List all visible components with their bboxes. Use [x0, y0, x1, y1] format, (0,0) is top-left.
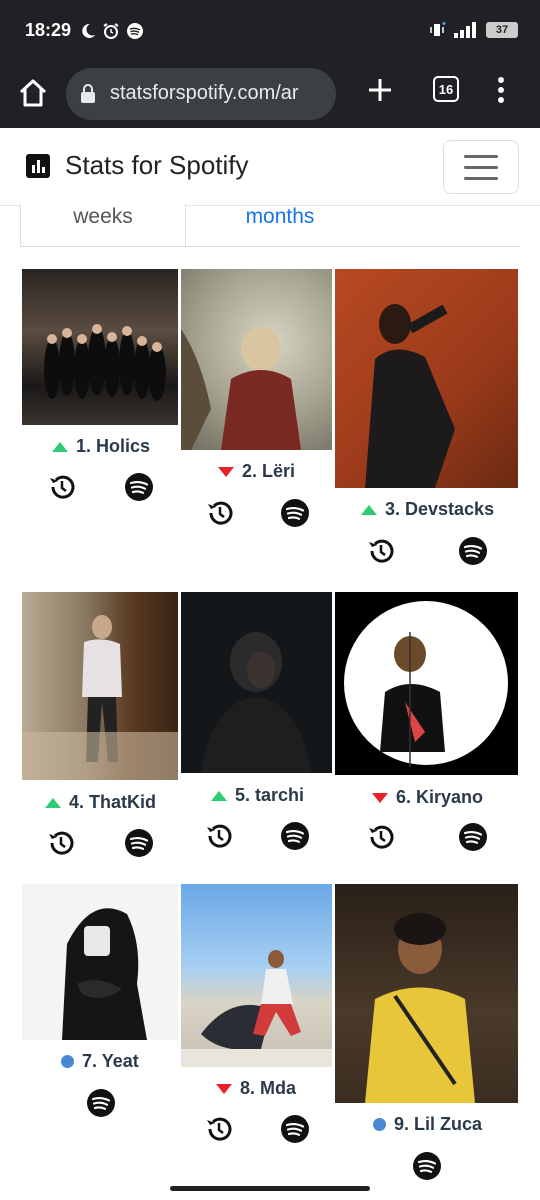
site-title[interactable]: Stats for Spotify [65, 150, 249, 181]
spotify-icon[interactable] [412, 1151, 442, 1181]
artist-photo[interactable] [181, 884, 332, 1067]
trend-down-icon [372, 792, 388, 803]
new-entry-icon [373, 1118, 386, 1131]
site-header: Stats for Spotify [0, 128, 540, 206]
status-left-icons [80, 22, 144, 40]
status-bar: 18:29 37 [0, 0, 540, 62]
artist-photo[interactable] [335, 269, 518, 488]
gesture-navigation-bar[interactable] [170, 1186, 370, 1191]
history-icon[interactable] [204, 821, 234, 851]
artist-rank-name[interactable]: 9. Lil Zuca [373, 1114, 482, 1135]
home-icon[interactable] [16, 76, 50, 110]
history-icon[interactable] [366, 822, 396, 852]
url-text: statsforspotify.com/ar [110, 82, 299, 104]
artist-card: 3. Devstacks [335, 269, 518, 579]
trend-down-icon [218, 466, 234, 477]
artist-card: 7. Yeat [22, 884, 178, 1124]
browser-toolbar: statsforspotify.com/ar 16 [0, 62, 540, 128]
moon-icon [82, 23, 95, 38]
artist-card: 6. Kiryano [335, 592, 518, 862]
artist-card: 1. Holics [22, 269, 178, 509]
artist-photo[interactable] [181, 269, 332, 450]
artist-photo[interactable] [22, 884, 178, 1040]
history-icon[interactable] [204, 1114, 234, 1144]
artist-rank-name[interactable]: 3. Devstacks [361, 499, 494, 520]
signal-icon [454, 22, 476, 38]
history-icon[interactable] [205, 498, 235, 528]
spotify-icon[interactable] [86, 1088, 116, 1118]
history-icon[interactable] [366, 536, 396, 566]
artist-photo[interactable] [335, 592, 518, 775]
lock-icon [81, 84, 95, 103]
tab-months[interactable]: months [200, 204, 360, 230]
time-range-tabs: weeks months [20, 204, 520, 247]
spotify-icon[interactable] [124, 472, 154, 502]
history-icon[interactable] [46, 828, 76, 858]
artist-rank-name[interactable]: 4. ThatKid [45, 792, 156, 813]
battery-icon: 37 [486, 22, 518, 38]
artist-rank-name[interactable]: 2. Lëri [218, 461, 295, 482]
spotify-icon[interactable] [280, 1114, 310, 1144]
artist-rank-name[interactable]: 6. Kiryano [372, 787, 483, 808]
tab-switcher-button[interactable]: 16 [433, 76, 459, 102]
spotify-icon[interactable] [458, 536, 488, 566]
hamburger-menu-button[interactable] [443, 140, 519, 194]
tab-weeks[interactable]: weeks [20, 204, 186, 246]
alarm-icon [103, 23, 119, 39]
status-time: 18:29 [25, 20, 72, 40]
artist-photo[interactable] [181, 592, 332, 773]
artist-card: 8. Mda [181, 884, 332, 1154]
artist-rank-name[interactable]: 5. tarchi [211, 785, 304, 806]
new-tab-icon[interactable] [366, 76, 394, 104]
artist-card: 5. tarchi [181, 592, 332, 862]
spotify-icon[interactable] [280, 821, 310, 851]
artist-card: 4. ThatKid [22, 592, 178, 862]
spotify-status-icon [127, 23, 143, 39]
address-bar[interactable]: statsforspotify.com/ar [66, 68, 336, 120]
vibrate-icon [430, 22, 446, 36]
artist-photo[interactable] [22, 592, 178, 780]
trend-down-icon [216, 1083, 232, 1094]
artist-rank-name[interactable]: 7. Yeat [61, 1051, 139, 1072]
more-menu-icon[interactable] [496, 76, 506, 104]
trend-up-icon [45, 797, 61, 808]
history-icon[interactable] [47, 472, 77, 502]
artist-card: 9. Lil Zuca [335, 884, 518, 1190]
trend-up-icon [211, 790, 227, 801]
new-entry-icon [61, 1055, 74, 1068]
stats-logo-icon[interactable] [26, 154, 50, 178]
spotify-icon[interactable] [124, 828, 154, 858]
trend-up-icon [361, 504, 377, 515]
artist-photo[interactable] [335, 884, 518, 1103]
artist-rank-name[interactable]: 1. Holics [52, 436, 150, 457]
spotify-icon[interactable] [458, 822, 488, 852]
status-right-icons: 37 [428, 22, 518, 38]
artist-card: 2. Lëri [181, 269, 332, 539]
artist-photo[interactable] [22, 269, 178, 425]
trend-up-icon [52, 441, 68, 452]
artist-rank-name[interactable]: 8. Mda [216, 1078, 296, 1099]
spotify-icon[interactable] [280, 498, 310, 528]
